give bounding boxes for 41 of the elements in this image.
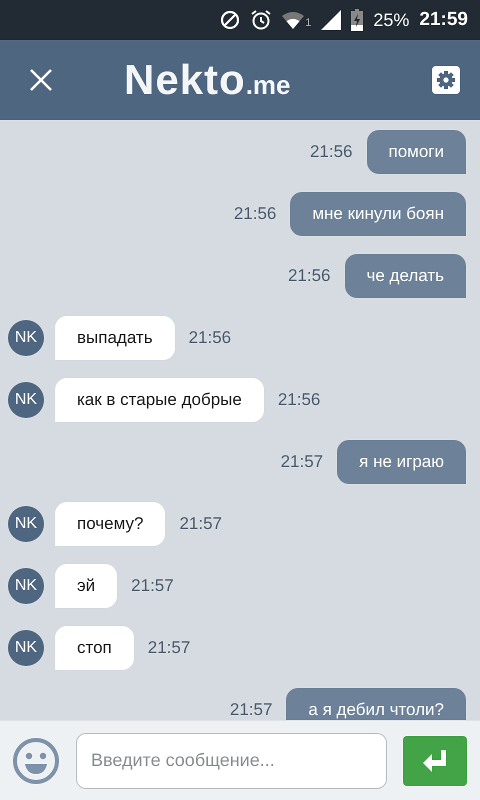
received-message: почему? [55,502,166,546]
sent-message: мне кинули боян [290,192,466,236]
sent-message: че делать [344,254,466,298]
message-time: 21:57 [179,514,222,534]
battery-icon [351,9,364,31]
message-time: 21:57 [148,638,190,658]
message-time: 21:57 [280,452,324,472]
message-time: 21:56 [278,390,320,410]
sent-message: а я дебил чтоли? [286,688,466,720]
send-button[interactable] [403,736,467,786]
alarm-icon [250,9,272,31]
sent-message: помоги [366,130,466,174]
logo-suffix: .me [246,70,291,101]
settings-icon[interactable] [432,66,460,94]
clock: 21:59 [419,9,468,31]
avatar: NK [8,568,44,604]
message-input[interactable]: Введите сообщение... [76,732,387,788]
sent-message: я не играю [337,440,466,484]
wifi-icon [282,12,304,28]
close-button[interactable] [28,67,54,93]
avatar: NK [8,382,44,418]
avatar: NK [8,506,44,542]
signal-icon [321,10,342,30]
battery-percent: 25% [373,10,410,30]
message-time: 21:56 [288,266,330,286]
message-time: 21:57 [230,700,272,720]
enter-icon [423,750,447,772]
do-not-disturb-icon [220,10,240,30]
received-message: выпадать [55,316,175,360]
received-message: как в старые добрые [55,378,264,422]
message-time: 21:56 [234,204,276,224]
logo-text: Nekto [124,56,246,104]
message-time: 21:56 [188,328,232,348]
received-message: стоп [55,626,134,670]
received-message: эй [55,564,118,608]
emoji-icon[interactable] [12,736,60,784]
avatar: NK [8,320,44,356]
avatar: NK [8,630,44,666]
message-time: 21:56 [310,142,352,162]
wifi-label: 1 [305,16,312,28]
message-time: 21:57 [131,576,174,596]
